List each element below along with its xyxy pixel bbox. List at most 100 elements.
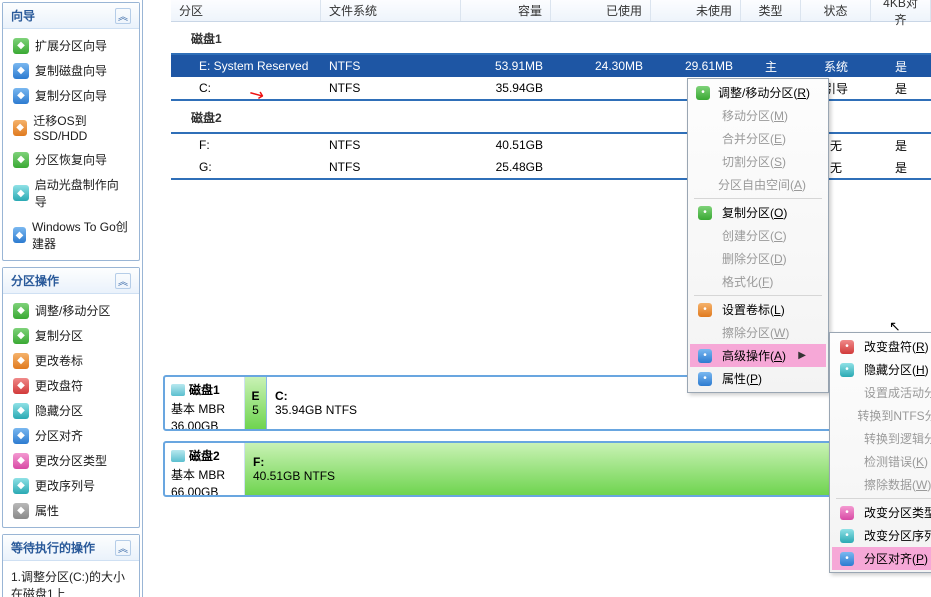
disk-title: 磁盘1 (171, 22, 931, 53)
item-icon: ◆ (13, 63, 29, 79)
menu-item[interactable]: •改变分区序列号(M) (832, 524, 931, 547)
panel-pending: 等待执行的操作 ︽ 1.调整分区(C:)的大小在磁盘1上2.移动并调整(E:)大… (2, 534, 140, 597)
item-icon: ◆ (13, 503, 29, 519)
sidebar-item[interactable]: ◆复制分区向导 (3, 83, 139, 108)
menu-label: 转换到逻辑分区(N) (864, 430, 931, 447)
chevron-up-icon[interactable]: ︽ (115, 540, 131, 556)
menu-item: 检测错误(K) (832, 450, 931, 473)
sidebar-item[interactable]: ◆属性 (3, 498, 139, 523)
menu-icon (696, 131, 714, 147)
chevron-up-icon[interactable]: ︽ (115, 8, 131, 24)
col-used[interactable]: 已使用 (551, 0, 651, 21)
menu-icon (696, 177, 710, 193)
item-label: 复制磁盘向导 (35, 62, 107, 79)
menu-label: 移动分区(M) (722, 107, 788, 124)
sidebar-item[interactable]: ◆更改卷标 (3, 348, 139, 373)
menu-item[interactable]: • 隐藏分区(H) (832, 358, 931, 381)
sidebar-item[interactable]: ◆分区恢复向导 (3, 147, 139, 172)
menu-icon: • (838, 339, 856, 355)
menu-item: 删除分区(D) (690, 247, 826, 270)
sidebar-item[interactable]: ◆更改分区类型 (3, 448, 139, 473)
item-label: 复制分区 (35, 327, 83, 344)
panel-title: 分区操作 (11, 272, 59, 289)
disk-icon (171, 450, 185, 462)
col-filesystem[interactable]: 文件系统 (321, 0, 461, 21)
item-icon: ◆ (13, 38, 29, 54)
menu-item: 设置成活动分区(S) (832, 381, 931, 404)
menu-item: 分区自由空间(A) (690, 173, 826, 196)
item-label: 分区对齐 (35, 427, 83, 444)
menu-icon (838, 431, 856, 447)
sidebar-item[interactable]: ◆ 更改盘符 (3, 373, 139, 398)
col-partition[interactable]: 分区 (171, 0, 321, 21)
partition-segment[interactable]: E5 (245, 377, 267, 429)
menu-item: 切割分区(S) (690, 150, 826, 173)
sidebar-item[interactable]: ◆复制分区 (3, 323, 139, 348)
item-icon: ◆ (13, 227, 26, 243)
col-capacity[interactable]: 容量 (461, 0, 551, 21)
col-status[interactable]: 状态 (801, 0, 871, 21)
sidebar-item[interactable]: ◆分区对齐 (3, 423, 139, 448)
sidebar-item[interactable]: ◆更改序列号 (3, 473, 139, 498)
col-free[interactable]: 未使用 (651, 0, 741, 21)
table-header: 分区 文件系统 容量 已使用 未使用 类型 状态 4KB对齐 (171, 0, 931, 22)
sidebar-item[interactable]: ◆迁移OS到SSD/HDD (3, 108, 139, 147)
menu-item[interactable]: •改变分区类型ID(T) (832, 501, 931, 524)
menu-label: 调整/移动分区(R) (718, 84, 810, 101)
sidebar-item[interactable]: ◆调整/移动分区 (3, 298, 139, 323)
menu-label: 高级操作(A) (722, 347, 786, 364)
col-4k-align[interactable]: 4KB对齐 (871, 0, 931, 21)
sidebar-item[interactable]: ◆ 隐藏分区 (3, 398, 139, 423)
panel-header-ops[interactable]: 分区操作 ︽ (3, 268, 139, 294)
menu-label: 切割分区(S) (722, 153, 786, 170)
menu-icon: • (696, 302, 714, 318)
menu-item[interactable]: •设置卷标(L) (690, 298, 826, 321)
chevron-up-icon[interactable]: ︽ (115, 273, 131, 289)
menu-item[interactable]: • 改变盘符(R) (832, 335, 931, 358)
item-label: 更改盘符 (35, 377, 83, 394)
item-icon: ◆ (13, 478, 29, 494)
panel-header-wizard[interactable]: 向导 ︽ (3, 3, 139, 29)
col-type[interactable]: 类型 (741, 0, 801, 21)
menu-item[interactable]: •高级操作(A)▶ (690, 344, 826, 367)
pending-item[interactable]: 1.调整分区(C:)的大小在磁盘1上 (3, 565, 139, 597)
item-icon: ◆ (13, 120, 27, 136)
item-icon: ◆ (13, 378, 29, 394)
menu-item[interactable]: •属性(P) (690, 367, 826, 390)
disk-info: 磁盘2基本 MBR66.00GB (165, 443, 245, 495)
menu-item[interactable]: •复制分区(O) (690, 201, 826, 224)
menu-label: 隐藏分区(H) (864, 361, 929, 378)
context-menu-advanced[interactable]: •改变盘符(R)•隐藏分区(H)设置成活动分区(S)转换到NTFS分区(O)转换… (829, 332, 931, 573)
menu-item[interactable]: • 分区对齐(P) (832, 547, 931, 570)
table-row[interactable]: E: System ReservedNTFS53.91MB24.30MB29.6… (171, 55, 931, 77)
menu-item: 转换到逻辑分区(N) (832, 427, 931, 450)
menu-icon (696, 325, 714, 341)
menu-item[interactable]: •调整/移动分区(R) (690, 81, 826, 104)
disk-block[interactable]: 磁盘2基本 MBR66.00GBF:40.51GB NTFS (163, 441, 911, 497)
context-menu-main[interactable]: •调整/移动分区(R)移动分区(M)合并分区(E)切割分区(S)分区自由空间(A… (687, 78, 829, 393)
menu-icon (696, 274, 714, 290)
menu-label: 改变盘符(R) (864, 338, 929, 355)
item-label: 分区恢复向导 (35, 151, 107, 168)
menu-label: 分区对齐(P) (864, 550, 928, 567)
sidebar-item[interactable]: ◆扩展分区向导 (3, 33, 139, 58)
menu-icon (696, 228, 714, 244)
item-label: 隐藏分区 (35, 402, 83, 419)
item-icon: ◆ (13, 403, 29, 419)
partition-segment[interactable]: F:40.51GB NTFS (245, 443, 909, 495)
panel-header-pending[interactable]: 等待执行的操作 ︽ (3, 535, 139, 561)
menu-icon: • (838, 551, 856, 567)
menu-label: 分区自由空间(A) (718, 176, 806, 193)
menu-icon (838, 477, 856, 493)
sidebar-item[interactable]: ◆Windows To Go创建器 (3, 214, 139, 256)
menu-icon: • (838, 362, 856, 378)
menu-label: 属性(P) (722, 370, 762, 387)
menu-icon (838, 454, 856, 470)
menu-item: 格式化(F) (690, 270, 826, 293)
sidebar-item[interactable]: ◆ 复制磁盘向导 (3, 58, 139, 83)
item-label: 启动光盘制作向导 (35, 176, 129, 210)
item-label: 更改分区类型 (35, 452, 107, 469)
sidebar-item[interactable]: ◆ 启动光盘制作向导 (3, 172, 139, 214)
item-icon: ◆ (13, 185, 29, 201)
panel-partition-ops: 分区操作 ︽ ◆调整/移动分区◆复制分区◆更改卷标◆更改盘符◆隐藏分区◆分区对齐… (2, 267, 140, 528)
